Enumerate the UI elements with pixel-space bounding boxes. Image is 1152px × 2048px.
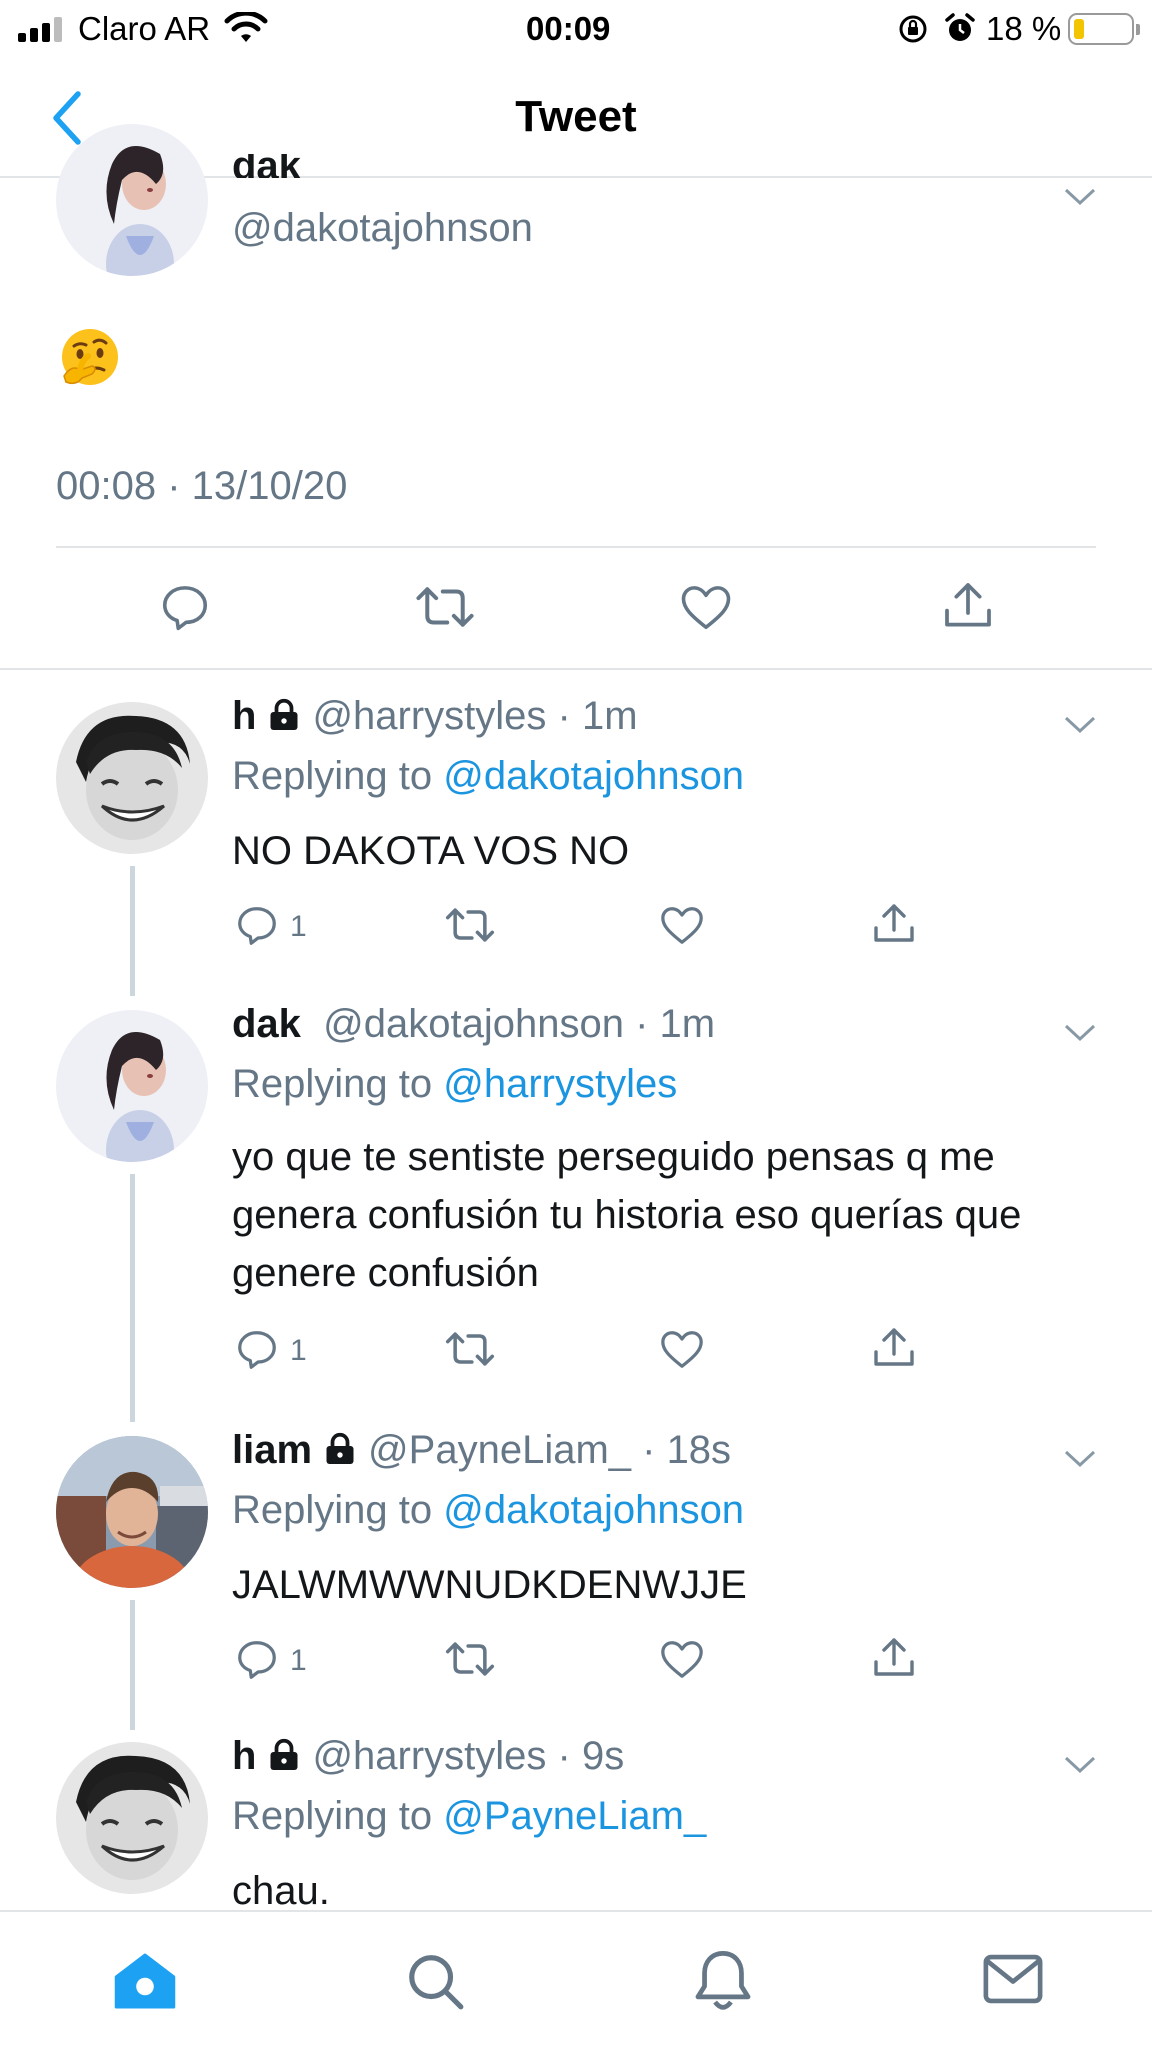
replying-to-mention[interactable]: @dakotajohnson [443, 754, 744, 798]
reply-icon[interactable] [234, 902, 280, 948]
chevron-down-icon[interactable] [1064, 186, 1096, 208]
status-bar: Claro AR 00:09 18 % [0, 0, 1152, 60]
reply-count: 1 [290, 1334, 307, 1367]
like-icon[interactable] [658, 902, 706, 948]
replying-to-mention[interactable]: @PayneLiam_ [443, 1794, 706, 1838]
like-icon[interactable] [678, 580, 734, 634]
battery-percent: 18 % [986, 10, 1062, 47]
reply-count: 1 [290, 910, 307, 943]
author-handle[interactable]: @dakotajohnson [232, 206, 533, 251]
replying-prefix: Replying to [232, 1488, 444, 1532]
reply-author-name[interactable]: dak [232, 1002, 301, 1046]
reply-text: JALWMWWNUDKDENWJJE [232, 1563, 747, 1607]
like-icon[interactable] [658, 1636, 706, 1682]
reply-time: 9s [581, 1734, 625, 1778]
tweet-timestamp: 00:08 · 13/10/20 [56, 464, 348, 508]
wifi-icon [224, 12, 268, 42]
retweet-icon[interactable] [444, 1636, 496, 1682]
like-icon[interactable] [658, 1326, 706, 1372]
thread-connector [130, 1600, 135, 1730]
messages-icon[interactable] [982, 1952, 1044, 2006]
reply-author-name[interactable]: h [232, 694, 256, 738]
lock-icon [270, 698, 298, 730]
divider [0, 668, 1152, 670]
replying-to-mention[interactable]: @harrystyles [443, 1062, 677, 1106]
reply-header: liam @PayneLiam_ · 18s [232, 1428, 732, 1472]
chevron-down-icon[interactable] [1064, 714, 1096, 736]
reply-icon[interactable] [234, 1326, 280, 1372]
reply-author-name[interactable]: h [232, 1734, 256, 1778]
replying-to: Replying to @PayneLiam_ [232, 1794, 706, 1839]
share-icon[interactable] [940, 578, 996, 634]
reply-header: h @harrystyles · 1m [232, 694, 638, 738]
page-title: Tweet [515, 92, 637, 141]
reply-header: h @harrystyles · 9s [232, 1734, 625, 1778]
avatar-harry[interactable] [56, 1742, 208, 1894]
reply-icon[interactable] [158, 580, 212, 634]
reply-author-handle[interactable]: @PayneLiam_ [368, 1428, 631, 1472]
tab-bar-divider [0, 1910, 1152, 1912]
reply-text: yo que te sentiste perseguido pensas q m… [232, 1135, 1022, 1295]
thread-connector [130, 866, 135, 996]
avatar-liam[interactable] [56, 1436, 208, 1588]
search-icon[interactable] [404, 1950, 466, 2012]
reply-icon[interactable] [234, 1636, 280, 1682]
signal-strength-icon [18, 16, 66, 42]
clock: 00:09 [526, 10, 611, 47]
alarm-icon [945, 13, 975, 41]
avatar-dakota[interactable] [56, 124, 208, 276]
reply-author-handle[interactable]: @harrystyles [312, 1734, 546, 1778]
retweet-icon[interactable] [414, 580, 476, 634]
chevron-down-icon[interactable] [1064, 1754, 1096, 1776]
home-icon[interactable] [112, 1950, 178, 2012]
reply-time: 1m [659, 1002, 716, 1046]
reply-author-handle[interactable]: @dakotajohnson [323, 1002, 624, 1046]
thread-connector [130, 1174, 135, 1422]
share-icon[interactable] [870, 900, 918, 948]
battery-icon [1068, 13, 1140, 45]
chevron-down-icon[interactable] [1064, 1448, 1096, 1470]
reply-author-name[interactable]: liam [232, 1428, 312, 1472]
reply-header: dak @dakotajohnson · 1m [232, 1002, 716, 1046]
chevron-down-icon[interactable] [1064, 1022, 1096, 1044]
avatar-dakota[interactable] [56, 1010, 208, 1162]
share-icon[interactable] [870, 1634, 918, 1682]
retweet-icon[interactable] [444, 1326, 496, 1372]
thinking-face-emoji [62, 329, 118, 385]
replying-prefix: Replying to [232, 1794, 444, 1838]
replying-to: Replying to @dakotajohnson [232, 1488, 744, 1533]
divider [56, 546, 1096, 548]
replying-prefix: Replying to [232, 754, 444, 798]
lock-icon [270, 1738, 298, 1770]
replying-prefix: Replying to [232, 1062, 444, 1106]
reply-author-handle[interactable]: @harrystyles [312, 694, 546, 738]
rotation-lock-icon [899, 15, 927, 43]
reply-time: 1m [581, 694, 638, 738]
reply-text: NO DAKOTA VOS NO [232, 829, 630, 873]
reply-count: 1 [290, 1644, 307, 1677]
carrier-name: Claro AR [78, 10, 211, 47]
lock-icon [326, 1432, 354, 1464]
share-icon[interactable] [870, 1324, 918, 1372]
avatar-harry[interactable] [56, 702, 208, 854]
author-name[interactable]: dak [232, 154, 301, 178]
reply-time: 18s [666, 1428, 732, 1472]
replying-to: Replying to @harrystyles [232, 1062, 677, 1107]
replying-to: Replying to @dakotajohnson [232, 754, 744, 799]
notifications-icon[interactable] [694, 1948, 752, 2014]
retweet-icon[interactable] [444, 902, 496, 948]
replying-to-mention[interactable]: @dakotajohnson [443, 1488, 744, 1532]
